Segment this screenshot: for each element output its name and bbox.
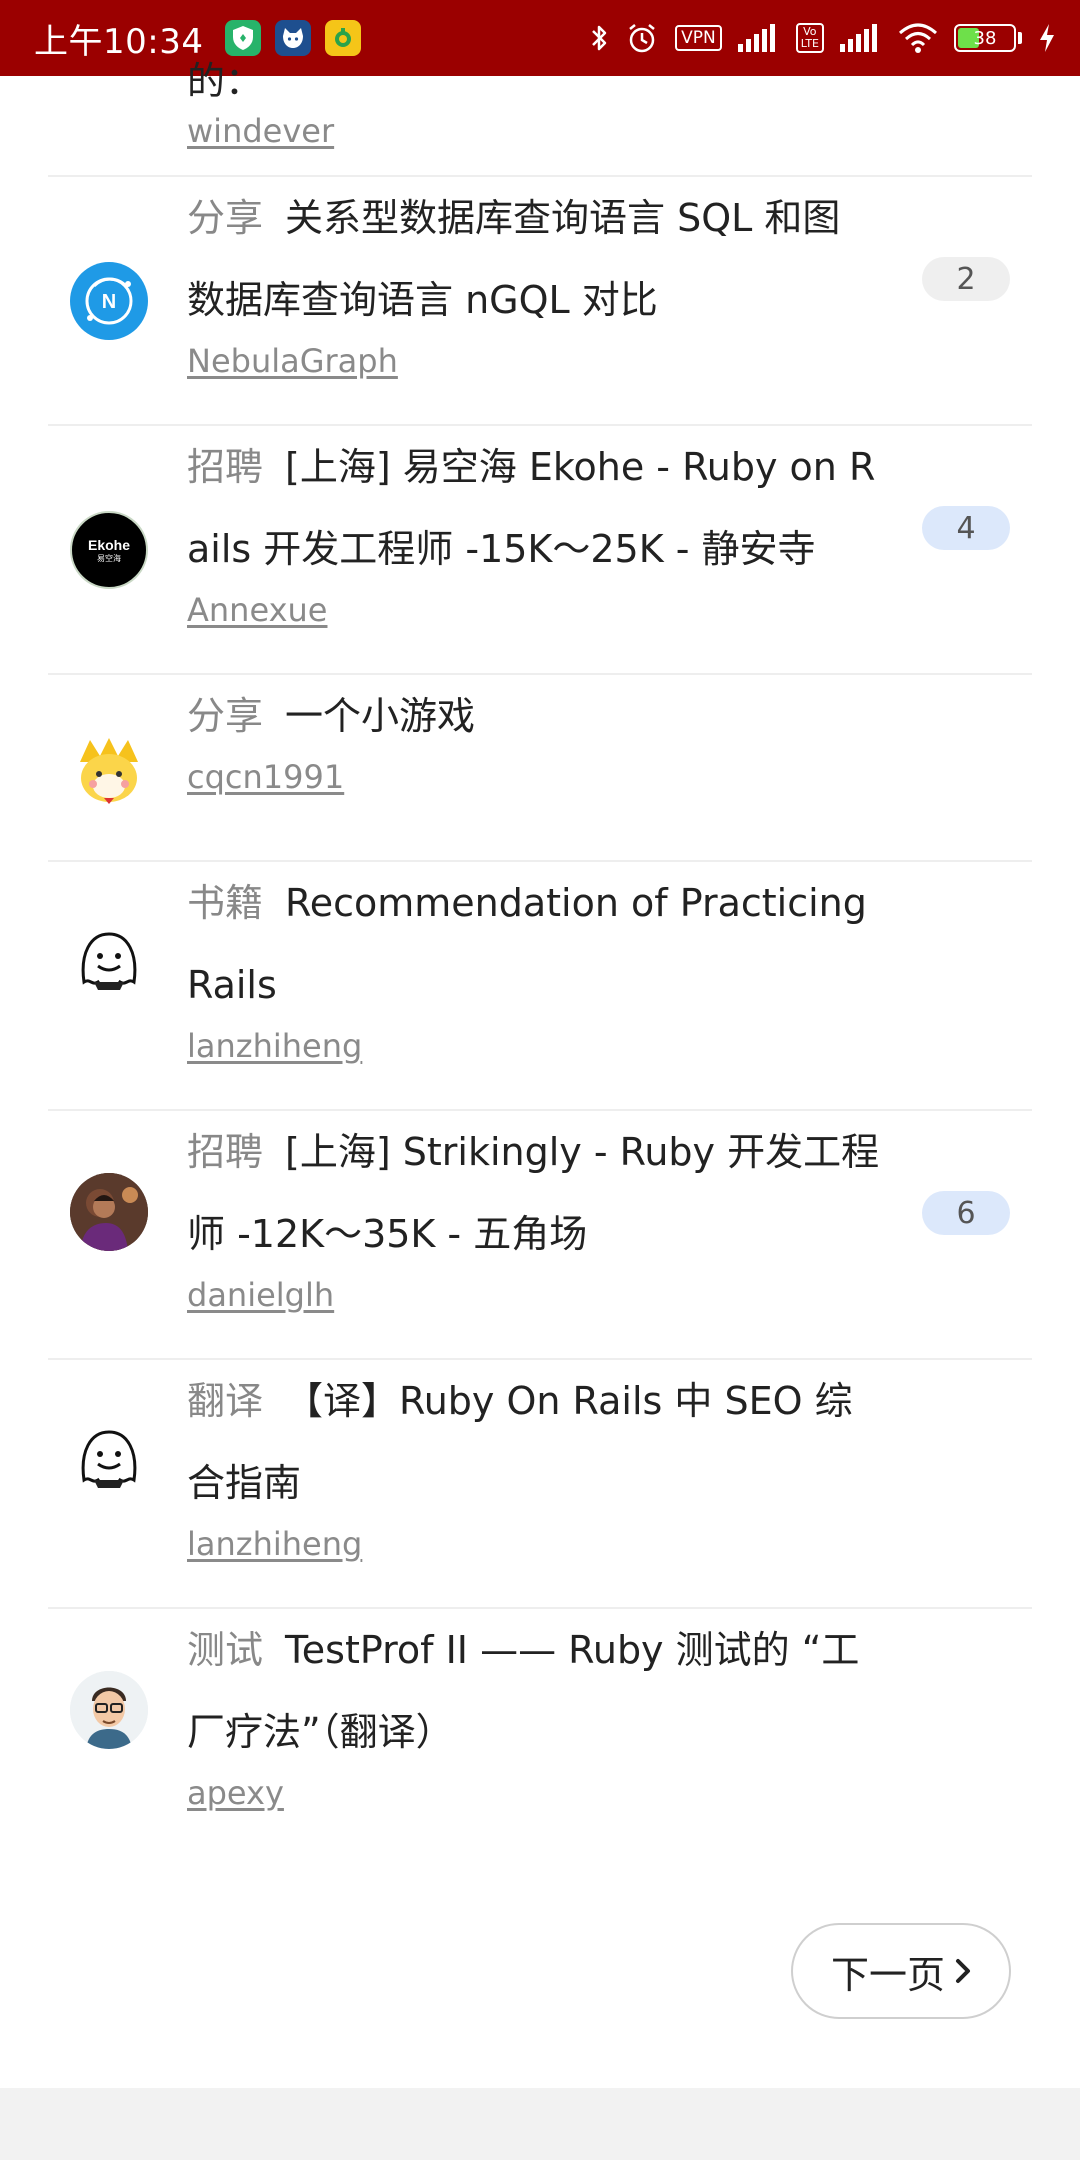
topic-title-line2[interactable]: 师 -12K～35K - 五角场 [187,1193,957,1275]
cat-app-icon [275,20,312,56]
topic-author-link[interactable]: windever [187,112,334,150]
user-photo-icon[interactable] [70,1173,148,1251]
topic-title-line2[interactable]: 厂疗法”（翻译） [187,1691,957,1773]
signal-icon-2 [840,18,882,58]
node-label[interactable]: 测试 [187,1628,263,1672]
volte-icon: Vo LTE [795,18,824,58]
topic-title-line2[interactable]: Rails [187,944,957,1026]
topic-item[interactable]: 招聘 [上海] Strikingly - Ruby 开发工程 师 -12K～35K… [48,1111,1032,1360]
reply-count-badge: 4 [922,506,1010,550]
ekohe-logo-icon[interactable]: Ekohe 易空海 [70,511,148,589]
topic-title[interactable]: 书籍 Recommendation of Practicing [187,862,957,944]
alarm-icon [625,18,659,58]
next-page-label: 下一页 [830,1952,945,1997]
charging-icon [1038,18,1056,58]
topic-title[interactable]: 测试 TestProf II —— Ruby 测试的 “工 [187,1609,957,1691]
topic-author-link[interactable]: danielglh [187,1275,334,1315]
topic-item[interactable]: 书籍 Recommendation of Practicing Rails lan… [48,862,1032,1111]
reply-count-badge: 2 [922,257,1010,301]
topic-author-link[interactable]: lanzhiheng [187,1026,362,1066]
topic-title-line2[interactable]: 合指南 [187,1442,957,1524]
battery-icon: 38 [954,18,1022,58]
topic-title-line2[interactable]: 数据库查询语言 nGQL 对比 [187,259,957,341]
ekohe-logo-text: Ekohe [87,536,130,553]
cartoon-man-glasses-icon[interactable] [70,1671,148,1749]
topic-title[interactable]: 翻译 【译】Ruby On Rails 中 SEO 综 [187,1360,957,1442]
topic-item[interactable]: N 分享 关系型数据库查询语言 SQL 和图 数据库查询语言 nGQL 对比 Ne… [48,177,1032,426]
topic-title[interactable]: 的： [187,50,263,105]
topic-author-link[interactable]: NebulaGraph [187,341,398,381]
node-label[interactable]: 招聘 [187,1130,263,1174]
ekohe-logo-subtext: 易空海 [97,553,121,563]
reply-count-badge: 6 [922,1191,1010,1235]
next-page-button[interactable]: 下一页 [791,1923,1011,2019]
footer-bar [0,2088,1080,2160]
status-bar: 上午10:34 VPN Vo LTE 38 [0,0,1080,76]
music-app-icon [325,20,362,56]
node-label[interactable]: 分享 [187,694,263,738]
chevron-right-icon [955,1949,971,1993]
wifi-icon [898,18,938,58]
status-time: 上午10:34 [34,21,204,62]
topic-author-link[interactable]: lanzhiheng [187,1524,362,1564]
topic-item[interactable]: 分享 一个小游戏 cqcn1991 [48,675,1032,862]
topic-author-link[interactable]: cqcn1991 [187,757,344,797]
bluetooth-icon [589,18,609,58]
cartoon-tiger-icon[interactable] [70,732,148,810]
ghost-doodle-icon[interactable] [70,924,148,1002]
ghost-doodle-icon[interactable] [70,1422,148,1500]
topic-title[interactable]: 招聘 [上海] 易空海 Ekohe - Ruby on R [187,426,957,508]
battery-level: 38 [973,27,997,49]
status-icons: VPN Vo LTE 38 [589,18,1056,58]
vpn-label: VPN [675,25,722,51]
node-label[interactable]: 翻译 [187,1379,263,1423]
topic-title-line2[interactable]: ails 开发工程师 -15K～25K - 静安寺 [187,508,957,590]
topic-title[interactable]: 分享 一个小游戏 [187,675,957,757]
node-label[interactable]: 招聘 [187,445,263,489]
topic-author-link[interactable]: Annexue [187,590,327,630]
node-label[interactable]: 分享 [187,196,263,240]
topic-item[interactable]: 翻译 【译】Ruby On Rails 中 SEO 综 合指南 lanzhihen… [48,1360,1032,1609]
svg-text:N: N [102,291,116,313]
nebula-graph-logo-icon[interactable]: N [70,262,148,340]
topic-item-partial[interactable]: 的： windever [48,59,1032,177]
node-label[interactable]: 书籍 [187,881,263,925]
signal-icon-1 [737,18,780,58]
topic-author-link[interactable]: apexy [187,1773,284,1813]
topic-item[interactable]: Ekohe 易空海 招聘 [上海] 易空海 Ekohe - Ruby on R a… [48,426,1032,675]
topic-item[interactable]: 测试 TestProf II —— Ruby 测试的 “工 厂疗法”（翻译） ap… [48,1609,1032,1858]
topic-title[interactable]: 分享 关系型数据库查询语言 SQL 和图 [187,177,957,259]
topic-title[interactable]: 招聘 [上海] Strikingly - Ruby 开发工程 [187,1111,957,1193]
vpn-icon: VPN [675,18,722,58]
topic-list: 的： windever N 分享 关系型数据库查询语言 SQL 和图 数据库查询语… [0,59,1080,1858]
